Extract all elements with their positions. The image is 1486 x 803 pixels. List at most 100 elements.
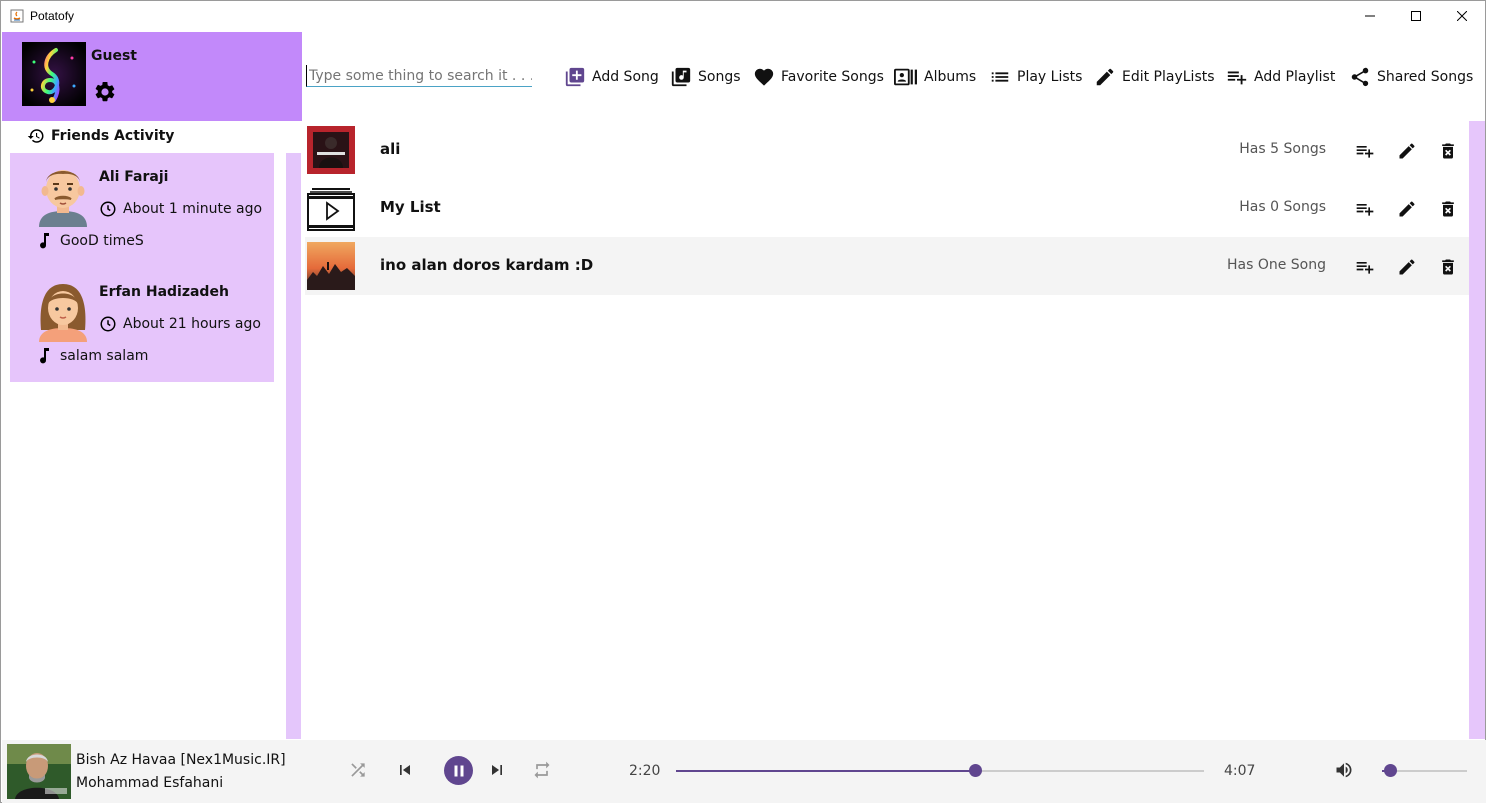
now-playing-artist: Mohammad Esfahani <box>76 775 224 791</box>
shared-songs-button[interactable]: Shared Songs <box>1349 63 1473 91</box>
close-button[interactable] <box>1439 1 1485 31</box>
playlist-count: Has One Song <box>1226 257 1326 273</box>
male-avatar-icon <box>39 170 87 227</box>
delete-icon[interactable] <box>1438 199 1458 219</box>
window-title: Potatofy <box>30 9 75 23</box>
add-song-button[interactable]: Add Song <box>564 63 659 91</box>
edit-icon[interactable] <box>1397 141 1417 161</box>
volume-handle[interactable] <box>1383 764 1397 777</box>
maximize-icon <box>1411 11 1421 21</box>
friend-song-text: GooD timeS <box>60 233 144 249</box>
friend-time: About 21 hours ago <box>99 315 261 333</box>
albums-icon <box>894 68 917 86</box>
now-playing-title: Bish Az Havaa [Nex1Music.IR] <box>76 752 286 768</box>
history-icon <box>27 129 44 143</box>
delete-icon[interactable] <box>1438 141 1458 161</box>
playlist-add-icon[interactable] <box>1355 257 1375 277</box>
playlist-count: Has 5 Songs <box>1239 141 1326 157</box>
friend-song-text: salam salam <box>60 348 149 364</box>
playlist-cover-image <box>307 126 355 174</box>
playlist-add-icon[interactable] <box>1355 199 1375 219</box>
friend-time: About 1 minute ago <box>99 200 262 218</box>
friend-time-text: About 21 hours ago <box>123 316 261 332</box>
pause-icon <box>454 765 463 776</box>
playlist-name: ali <box>380 140 401 158</box>
share-icon <box>1351 67 1369 87</box>
avatar[interactable] <box>22 42 86 106</box>
close-icon <box>1457 11 1467 21</box>
java-app-icon <box>10 9 24 23</box>
playlist-row[interactable]: My List Has 0 Songs <box>305 179 1469 237</box>
add-playlist-label: Add Playlist <box>1254 69 1336 85</box>
friends-activity-label: Friends Activity <box>51 128 175 144</box>
friend-item[interactable]: Erfan Hadizadeh About 21 hours ago salam… <box>10 268 274 383</box>
settings-gear-icon[interactable] <box>93 80 117 104</box>
playlist-row[interactable]: ali Has 5 Songs <box>305 121 1469 179</box>
add-playlist-button[interactable]: Add Playlist <box>1226 63 1335 91</box>
skip-previous-icon[interactable] <box>395 760 415 780</box>
volume-slider[interactable] <box>1382 764 1467 777</box>
music-note-icon <box>40 233 49 249</box>
favorite-songs-button[interactable]: Favorite Songs <box>753 63 884 91</box>
seek-progress <box>676 770 976 772</box>
repeat-icon[interactable] <box>532 760 552 780</box>
songs-label: Songs <box>698 69 741 85</box>
albums-button[interactable]: Albums <box>894 63 976 91</box>
friends-activity-heading: Friends Activity <box>27 127 174 145</box>
playlist-row[interactable]: ino alan doros kardam :D Has One Song <box>305 237 1469 295</box>
friend-name: Ali Faraji <box>99 169 169 185</box>
delete-icon[interactable] <box>1438 257 1458 277</box>
playlist-add-icon[interactable] <box>1355 141 1375 161</box>
playlist-name: ino alan doros kardam :D <box>380 256 594 274</box>
playlist-scrollbar[interactable] <box>1469 121 1485 739</box>
player-bar: Bish Az Havaa [Nex1Music.IR] Mohammad Es… <box>2 740 1486 803</box>
playlist-name: My List <box>380 198 441 216</box>
friend-item[interactable]: Ali Faraji About 1 minute ago GooD timeS <box>10 153 274 268</box>
friend-time-text: About 1 minute ago <box>123 201 263 217</box>
shared-songs-label: Shared Songs <box>1377 69 1474 85</box>
friend-song: GooD timeS <box>38 233 144 249</box>
clock-icon <box>100 316 116 332</box>
playlist-add-icon <box>1227 71 1247 85</box>
video-playlist-icon <box>307 188 355 231</box>
elapsed-time: 2:20 <box>629 763 661 779</box>
songs-button[interactable]: Songs <box>670 63 741 91</box>
music-note-icon <box>40 348 49 364</box>
title-bar: Potatofy <box>1 1 1485 31</box>
music-note-art <box>22 42 86 106</box>
friend-name: Erfan Hadizadeh <box>99 284 229 300</box>
total-duration: 4:07 <box>1224 763 1256 779</box>
playlist-list: ali Has 5 Songs My List Has 0 Songs ino … <box>305 121 1469 295</box>
now-playing-cover <box>7 744 71 799</box>
add-song-label: Add Song <box>592 69 659 85</box>
library-music-icon <box>671 67 691 87</box>
seek-handle[interactable] <box>969 764 983 777</box>
minimize-button[interactable] <box>1347 1 1393 31</box>
play-lists-button[interactable]: Play Lists <box>989 63 1082 91</box>
shuffle-icon[interactable] <box>348 760 368 780</box>
edit-playlists-button[interactable]: Edit PlayLists <box>1094 63 1215 91</box>
edit-icon[interactable] <box>1397 257 1417 277</box>
username: Guest <box>91 48 137 64</box>
skip-next-icon[interactable] <box>487 760 507 780</box>
pause-button[interactable] <box>444 756 473 785</box>
female-avatar-icon <box>39 284 87 342</box>
minimize-icon <box>1365 15 1375 17</box>
maximize-button[interactable] <box>1393 1 1439 31</box>
profile-panel: Guest <box>2 32 302 121</box>
clock-icon <box>100 201 116 217</box>
playlist-count: Has 0 Songs <box>1239 199 1326 215</box>
search-input[interactable] <box>306 65 532 87</box>
pencil-icon <box>1096 68 1114 86</box>
app-window: Potatofy Guest Friends Activity Ali Fara… <box>0 0 1486 803</box>
play-lists-label: Play Lists <box>1017 69 1083 85</box>
friend-song: salam salam <box>38 348 148 364</box>
heart-icon <box>754 68 774 86</box>
seek-slider[interactable] <box>676 764 1204 777</box>
albums-label: Albums <box>924 69 977 85</box>
volume-icon[interactable] <box>1334 760 1354 780</box>
friends-scrollbar[interactable] <box>286 153 301 739</box>
edit-playlists-label: Edit PlayLists <box>1122 69 1215 85</box>
add-song-icon <box>565 67 585 87</box>
edit-icon[interactable] <box>1397 199 1417 219</box>
